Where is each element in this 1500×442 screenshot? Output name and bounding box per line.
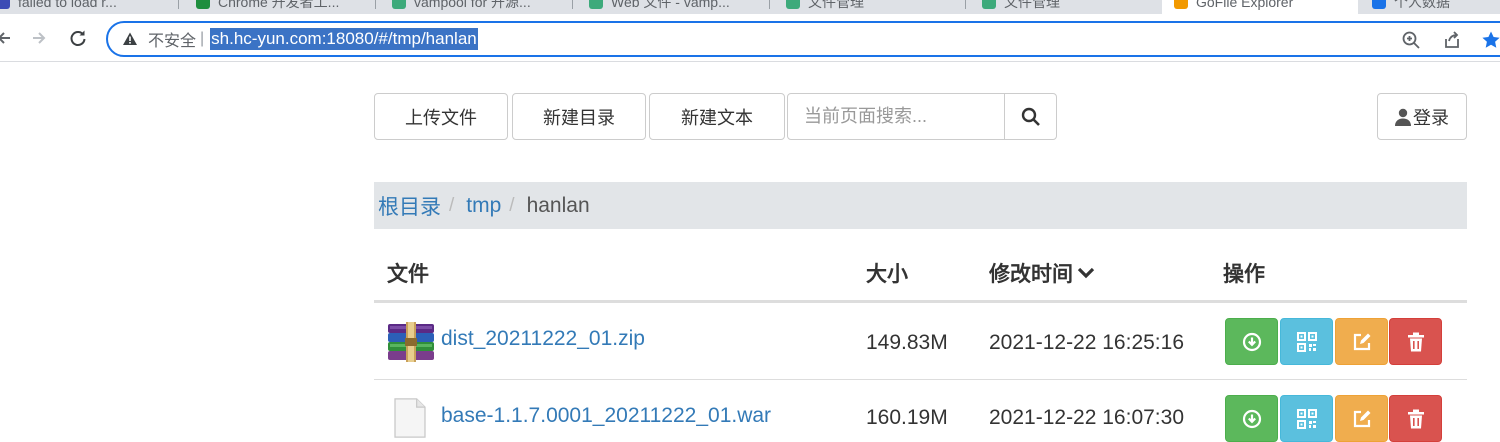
file-modified: 2021-12-22 16:25:16: [989, 331, 1184, 354]
new-directory-button[interactable]: 新建目录: [512, 93, 646, 140]
browser-tab[interactable]: 个人数据: [1372, 0, 1500, 14]
browser-tab[interactable]: failed to load r...: [0, 0, 166, 14]
search-icon: [1021, 107, 1040, 126]
table-header-divider: [374, 300, 1467, 303]
browser-tab[interactable]: Chrome 开发者工...: [196, 0, 366, 14]
tab-favicon-icon: [1174, 0, 1188, 9]
download-button[interactable]: [1225, 318, 1278, 365]
edit-icon: [1353, 333, 1370, 350]
sort-chevron-down-icon: [1077, 267, 1095, 279]
qrcode-button[interactable]: [1280, 395, 1333, 442]
delete-button[interactable]: [1389, 395, 1442, 442]
column-header-modified[interactable]: 修改时间: [989, 258, 1095, 288]
file-modified: 2021-12-22 16:07:30: [989, 406, 1184, 429]
breadcrumb-separator: /: [509, 194, 515, 216]
forward-button[interactable]: [25, 24, 53, 52]
browser-toolbar: 不安全 | sh.hc-yun.com:18080/#/tmp/hanlan: [0, 14, 1500, 62]
zip-archive-icon: [388, 322, 434, 362]
tab-favicon-icon: [589, 0, 603, 9]
share-icon[interactable]: [1441, 29, 1463, 51]
tab-separator: [572, 0, 573, 9]
browser-tab[interactable]: 文件管理: [982, 0, 1152, 14]
tab-separator: [965, 0, 966, 9]
login-button[interactable]: 登录: [1377, 93, 1467, 140]
file-name-link[interactable]: base-1.1.7.0001_20211222_01.war: [441, 404, 771, 428]
tab-separator: [375, 0, 376, 9]
browser-tab-active[interactable]: GoFile Explorer: [1162, 0, 1358, 14]
reload-icon: [70, 30, 86, 46]
zoom-icon[interactable]: [1400, 29, 1422, 51]
page-search-input[interactable]: [787, 93, 1005, 140]
breadcrumb: 根目录 / tmp / hanlan: [374, 182, 1467, 229]
browser-tab[interactable]: vampool for 开源...: [392, 0, 562, 14]
tab-favicon-icon: [786, 0, 800, 9]
back-button[interactable]: [0, 24, 18, 52]
login-label: 登录: [1413, 107, 1449, 128]
tab-favicon-icon: [392, 0, 406, 9]
forward-arrow-icon: [33, 32, 46, 44]
column-header-size[interactable]: 大小: [866, 258, 908, 288]
edit-button[interactable]: [1335, 395, 1388, 442]
warning-icon: [122, 31, 138, 47]
search-button[interactable]: [1004, 93, 1057, 140]
tab-favicon-icon: [982, 0, 996, 9]
user-icon: [1395, 108, 1411, 126]
edit-icon: [1353, 410, 1370, 427]
tab-favicon-icon: [196, 0, 210, 9]
address-bar[interactable]: 不安全 | sh.hc-yun.com:18080/#/tmp/hanlan: [106, 21, 1500, 57]
bookmark-star-icon[interactable]: [1480, 29, 1500, 51]
qrcode-icon: [1296, 408, 1317, 429]
delete-button[interactable]: [1389, 318, 1442, 365]
file-icon: [394, 398, 426, 438]
qrcode-button[interactable]: [1280, 318, 1333, 365]
browser-tab[interactable]: Web 文件 - vamp...: [589, 0, 759, 14]
column-header-name[interactable]: 文件: [387, 258, 429, 288]
trash-icon: [1407, 332, 1424, 351]
browser-tab-strip: failed to load r... Chrome 开发者工... vampo…: [0, 0, 1500, 14]
omnibox-divider: |: [200, 30, 205, 47]
tab-separator: [178, 0, 179, 9]
security-label[interactable]: 不安全: [148, 27, 196, 51]
column-header-actions: 操作: [1223, 263, 1265, 286]
new-text-button[interactable]: 新建文本: [649, 93, 785, 140]
file-size: 149.83M: [866, 331, 948, 354]
tab-favicon-icon: [1372, 0, 1386, 9]
breadcrumb-root-link[interactable]: 根目录: [378, 191, 441, 221]
trash-icon: [1407, 409, 1424, 428]
row-divider: [374, 379, 1467, 380]
download-button[interactable]: [1225, 395, 1278, 442]
browser-tab[interactable]: 文件管理: [786, 0, 956, 14]
breadcrumb-tmp-link[interactable]: tmp: [466, 194, 501, 218]
qrcode-icon: [1296, 331, 1317, 352]
breadcrumb-current: hanlan: [526, 193, 590, 217]
edit-button[interactable]: [1335, 318, 1388, 365]
reload-button[interactable]: [64, 24, 92, 52]
back-arrow-icon: [0, 32, 10, 44]
url-text[interactable]: sh.hc-yun.com:18080/#/tmp/hanlan: [210, 28, 478, 50]
breadcrumb-separator: /: [449, 194, 455, 216]
tab-favicon-icon: [0, 0, 10, 9]
upload-file-button[interactable]: 上传文件: [374, 93, 508, 140]
download-icon: [1242, 409, 1261, 428]
file-size: 160.19M: [866, 406, 948, 429]
tab-separator: [769, 0, 770, 9]
download-icon: [1242, 332, 1261, 351]
file-name-link[interactable]: dist_20211222_01.zip: [441, 327, 645, 351]
